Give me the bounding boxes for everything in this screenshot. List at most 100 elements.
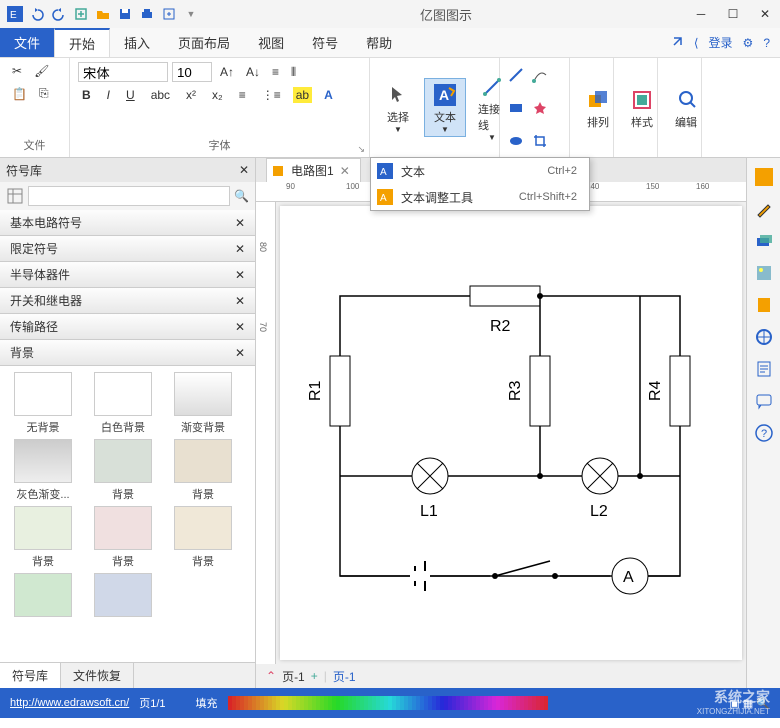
select-tool[interactable]: 选择 ▼ xyxy=(378,79,418,136)
tab-start[interactable]: 开始 xyxy=(54,28,110,57)
highlight-icon[interactable]: ab xyxy=(293,87,312,103)
dock-image-icon[interactable] xyxy=(753,262,775,284)
dock-help-icon[interactable]: ? xyxy=(753,422,775,444)
align-v-icon[interactable]: ⫴ xyxy=(287,63,300,82)
settings-icon[interactable]: ⚙ xyxy=(743,36,754,50)
dock-theme-icon[interactable] xyxy=(753,166,775,188)
crop-icon[interactable] xyxy=(532,133,548,149)
dock-globe-icon[interactable] xyxy=(753,326,775,348)
dock-layer-icon[interactable] xyxy=(753,230,775,252)
status-url[interactable]: http://www.edrawsoft.cn/ xyxy=(10,697,129,709)
style-button[interactable]: 样式 xyxy=(622,84,662,132)
page-add-icon[interactable]: + xyxy=(311,669,318,683)
font-color-icon[interactable]: A xyxy=(320,86,337,104)
doc-close-icon[interactable]: ✕ xyxy=(340,164,350,178)
bold-icon[interactable]: B xyxy=(78,86,95,104)
paste-icon[interactable]: 📋 xyxy=(8,84,31,103)
strike-icon[interactable]: abc xyxy=(147,86,174,104)
minimize-icon[interactable]: ─ xyxy=(692,5,710,23)
lib-background[interactable]: 背景✕ xyxy=(0,340,255,366)
close-icon[interactable]: ✕ xyxy=(756,5,774,23)
share-out-icon[interactable] xyxy=(668,35,684,51)
arrange-button[interactable]: 排列 xyxy=(578,84,618,132)
tab-symbol[interactable]: 符号 xyxy=(298,28,352,57)
curve-icon[interactable] xyxy=(532,67,548,83)
thumb-bg7[interactable] xyxy=(6,573,80,617)
superscript-icon[interactable]: x² xyxy=(182,86,200,104)
increase-font-icon[interactable]: A↑ xyxy=(216,63,238,81)
panel-close-icon[interactable]: ✕ xyxy=(239,163,249,177)
dock-note-icon[interactable] xyxy=(753,358,775,380)
help-icon[interactable]: ? xyxy=(763,36,770,50)
lib-basic-circuit[interactable]: 基本电路符号✕ xyxy=(0,210,255,236)
library-menu-icon[interactable] xyxy=(6,187,24,205)
tab-file[interactable]: 文件 xyxy=(0,28,54,57)
bullet-icon[interactable]: ⋮≡ xyxy=(258,86,285,104)
text-tool[interactable]: A 文本 ▼ xyxy=(424,78,466,137)
line-spacing-icon[interactable]: ≡ xyxy=(235,86,250,104)
font-dialog-icon[interactable]: ↘ xyxy=(357,144,365,155)
star-icon[interactable] xyxy=(532,100,548,116)
dock-comment-icon[interactable] xyxy=(753,390,775,412)
thumb-bg2[interactable]: 背景 xyxy=(86,439,160,502)
thumb-gray-gradient[interactable]: 灰色渐变... xyxy=(6,439,80,502)
tab-layout[interactable]: 页面布局 xyxy=(164,28,244,57)
thumb-bg4[interactable]: 背景 xyxy=(6,506,80,569)
lib-switch-relay[interactable]: 开关和继电器✕ xyxy=(0,288,255,314)
rect-icon[interactable] xyxy=(508,100,524,116)
ellipse-icon[interactable] xyxy=(508,133,524,149)
search-input[interactable] xyxy=(28,186,230,206)
page-nav-up[interactable]: ⌃ xyxy=(266,669,276,683)
tab-insert[interactable]: 插入 xyxy=(110,28,164,57)
copy-icon[interactable]: ⎘ xyxy=(35,84,53,103)
thumb-white[interactable]: 白色背景 xyxy=(86,372,160,435)
thumb-bg8[interactable] xyxy=(86,573,160,617)
dropdown-text-adjust[interactable]: A 文本调整工具 Ctrl+Shift+2 xyxy=(371,184,589,210)
dropdown-text[interactable]: A 文本 Ctrl+2 xyxy=(371,158,589,184)
line-icon[interactable] xyxy=(508,67,524,83)
italic-icon[interactable]: I xyxy=(103,86,114,104)
lib-transmission[interactable]: 传输路径✕ xyxy=(0,314,255,340)
login-link[interactable]: 登录 xyxy=(709,34,733,51)
search-icon[interactable]: 🔍 xyxy=(234,189,249,203)
maximize-icon[interactable]: ☐ xyxy=(724,5,742,23)
lib-qualifier[interactable]: 限定符号✕ xyxy=(0,236,255,262)
dock-page-icon[interactable] xyxy=(753,294,775,316)
font-size-select[interactable] xyxy=(172,62,212,82)
tab-help[interactable]: 帮助 xyxy=(352,28,406,57)
page-prev[interactable]: 页-1 xyxy=(282,668,305,685)
save-icon[interactable] xyxy=(116,5,134,23)
lib-semiconductor[interactable]: 半导体器件✕ xyxy=(0,262,255,288)
format-painter-icon[interactable]: 🖌 xyxy=(30,62,53,80)
page-next[interactable]: 页-1 xyxy=(333,668,356,685)
drawing-canvas[interactable]: R2 R1 R3 R4 L1 xyxy=(280,206,742,660)
underline-icon[interactable]: U xyxy=(122,86,139,104)
thumb-gradient[interactable]: 渐变背景 xyxy=(166,372,240,435)
qat-dropdown-icon[interactable]: ▼ xyxy=(182,5,200,23)
svg-text:A: A xyxy=(380,193,387,204)
thumb-bg5[interactable]: 背景 xyxy=(86,506,160,569)
sidetab-recovery[interactable]: 文件恢复 xyxy=(61,663,134,688)
font-name-select[interactable] xyxy=(78,62,168,82)
print-icon[interactable] xyxy=(138,5,156,23)
new-icon[interactable] xyxy=(72,5,90,23)
redo-icon[interactable] xyxy=(50,5,68,23)
thumb-bg6[interactable]: 背景 xyxy=(166,506,240,569)
thumb-none[interactable]: 无背景 xyxy=(6,372,80,435)
cut-icon[interactable]: ✂ xyxy=(8,62,26,80)
subscript-icon[interactable]: x₂ xyxy=(208,86,227,104)
undo-icon[interactable] xyxy=(28,5,46,23)
doc-tab[interactable]: 电路图1 ✕ xyxy=(266,158,361,182)
dock-pen-icon[interactable] xyxy=(753,198,775,220)
align-left-icon[interactable]: ≡ xyxy=(268,63,283,81)
export-icon[interactable] xyxy=(160,5,178,23)
color-palette[interactable] xyxy=(228,696,720,710)
open-icon[interactable] xyxy=(94,5,112,23)
tab-view[interactable]: 视图 xyxy=(244,28,298,57)
edit-button[interactable]: 编辑 xyxy=(666,84,706,132)
share-icon[interactable]: ⟨ xyxy=(694,36,699,50)
title-bar: E ▼ 亿图图示 ─ ☐ ✕ xyxy=(0,0,780,28)
thumb-bg3[interactable]: 背景 xyxy=(166,439,240,502)
decrease-font-icon[interactable]: A↓ xyxy=(242,63,264,81)
sidetab-library[interactable]: 符号库 xyxy=(0,663,61,688)
